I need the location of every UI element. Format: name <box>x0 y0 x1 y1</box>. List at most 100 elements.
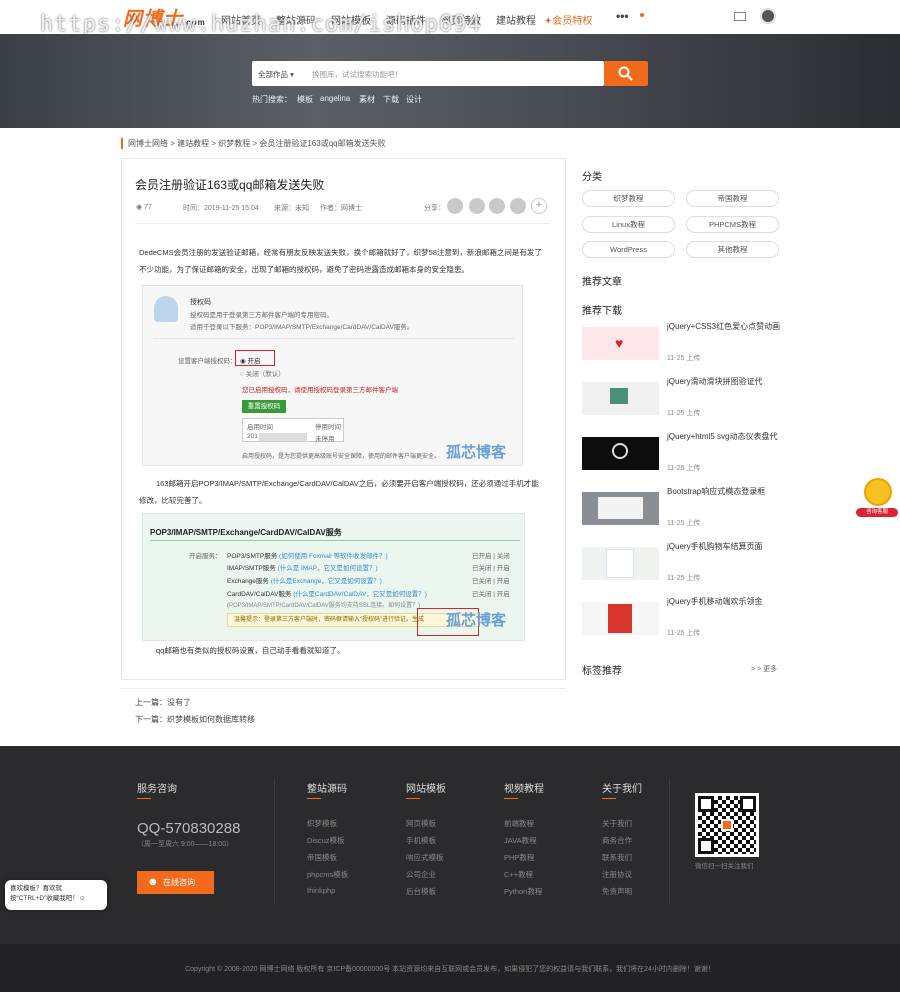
footer-link[interactable]: 帝国模板 <box>307 852 337 863</box>
footer-col-title: 整站源码 <box>307 784 347 795</box>
hot-tag[interactable]: 设计 <box>406 94 422 105</box>
nav-more[interactable]: ••• <box>616 9 629 23</box>
hot-tag[interactable]: 下载 <box>383 94 399 105</box>
category-tag[interactable]: 织梦教程 <box>582 190 675 207</box>
service-status[interactable]: 已关闭 | 开启 <box>472 575 510 585</box>
chat-badge[interactable]: 咨询客服 <box>856 508 898 517</box>
download-date: 11-25 上传 <box>667 520 701 527</box>
shot2-title: POP3/IMAP/SMTP/Exchange/CardDAV/CalDAV服务 <box>150 528 342 537</box>
footer-link[interactable]: Python教程 <box>504 886 542 897</box>
wechat-qr-code <box>695 793 759 857</box>
footer-link[interactable]: 注册协议 <box>602 869 632 880</box>
download-title[interactable]: jQuery+html5 svg动态仪表盘代 <box>667 430 785 443</box>
footer-col-title: 视频教程 <box>504 784 544 795</box>
footer-hours: （周一至周六 9:00——18:00） <box>137 841 234 848</box>
next-article-link[interactable]: 下一篇：织梦模板如何数据库转移 <box>135 714 255 725</box>
prev-article-link[interactable]: 上一篇：没有了 <box>135 697 191 708</box>
footer-link[interactable]: 网页模板 <box>406 818 436 829</box>
search-input[interactable]: 换图库，试试搜索功能吧！ <box>312 69 402 80</box>
footer-link[interactable]: 联系我们 <box>602 852 632 863</box>
category-heading: 分类 <box>582 172 602 183</box>
table-header: 停用时间 <box>315 424 341 431</box>
qq-penguin-icon: ☻ <box>147 876 159 888</box>
shot2-label: 开启服务： <box>189 553 222 560</box>
share-more-icon[interactable]: + <box>531 198 547 214</box>
footer-link[interactable]: C++教程 <box>504 869 533 880</box>
service-status[interactable]: 已关闭 | 开启 <box>472 588 510 598</box>
hot-tag[interactable]: 素材 <box>359 94 375 105</box>
hot-tag[interactable]: angelina <box>320 94 350 103</box>
download-title[interactable]: jQuery滑动滑块拼图验证代 <box>667 375 785 388</box>
radio-off[interactable]: ○ 关闭（默认） <box>240 368 285 378</box>
eye-icon: ◉ <box>136 204 145 211</box>
footer-link[interactable]: JAVA教程 <box>504 835 537 846</box>
footer-link[interactable]: 后台模板 <box>406 886 436 897</box>
category-tag[interactable]: PHPCMS教程 <box>686 216 779 233</box>
footer-link[interactable]: 织梦模板 <box>307 818 337 829</box>
category-tag[interactable]: WordPress <box>582 241 675 258</box>
article-paragraph: qq邮箱也有类似的授权码设置，自己动手看看就知道了。 <box>156 646 345 655</box>
share-qzone-icon[interactable] <box>489 198 505 214</box>
nav-tutorials[interactable]: 建站教程 <box>496 12 536 27</box>
footer-link[interactable]: PHP教程 <box>504 852 534 863</box>
download-thumbnail[interactable] <box>582 547 659 580</box>
user-avatar[interactable] <box>760 8 776 24</box>
footer-accent <box>504 798 518 799</box>
download-thumbnail[interactable]: ♥ <box>582 327 659 360</box>
footer-link[interactable]: 商务合作 <box>602 835 632 846</box>
footer-accent <box>602 798 616 799</box>
download-thumbnail[interactable] <box>582 437 659 470</box>
download-thumbnail[interactable] <box>582 602 659 635</box>
download-thumbnail[interactable] <box>582 382 659 415</box>
footer-link[interactable]: thinkphp <box>307 886 335 895</box>
chat-mascot-icon[interactable] <box>864 478 892 506</box>
footer-accent <box>137 798 151 799</box>
footer-link[interactable]: phpcms模板 <box>307 869 348 880</box>
service-row: POP3/SMTP服务 (如何使用 Foxmail 等软件收发邮件？) <box>227 553 388 560</box>
service-row: IMAP/SMTP服务 (什么是 IMAP，它又是如何设置？) <box>227 565 378 572</box>
footer-link[interactable]: Discuz模板 <box>307 835 345 846</box>
image-watermark: 孤芯博客 <box>446 612 507 629</box>
table-cell: 201 <box>247 433 258 440</box>
service-status[interactable]: 已关闭 | 开启 <box>472 562 510 572</box>
divider <box>150 540 520 541</box>
online-consult-button[interactable]: ☻ 在线咨询 <box>137 871 214 894</box>
footer-link[interactable]: 关于我们 <box>602 818 632 829</box>
download-title[interactable]: jQuery+CSS3红色爱心点赞动画 <box>667 320 785 333</box>
reset-code-button[interactable]: 重置授权码 <box>242 400 286 413</box>
shot1-desc: 适用于登录以下服务：POP3/IMAP/SMTP/Exchange/CardDA… <box>190 324 414 331</box>
download-title[interactable]: jQuery手机购物车结算页面 <box>667 540 785 553</box>
image-watermark: 孤芯博客 <box>446 444 507 461</box>
share-qq-icon[interactable] <box>447 198 463 214</box>
modal-graphic <box>598 497 643 519</box>
share-wechat-icon[interactable] <box>469 198 485 214</box>
mail-icon[interactable] <box>734 12 746 21</box>
hot-tag[interactable]: 模板 <box>297 94 313 105</box>
search-button[interactable] <box>604 61 648 86</box>
category-tag[interactable]: Linux教程 <box>582 216 675 233</box>
notify-dot <box>640 13 644 17</box>
download-thumbnail[interactable] <box>582 492 659 525</box>
blurred-cell <box>259 433 307 441</box>
share-weibo-icon[interactable] <box>510 198 526 214</box>
nav-vip[interactable]: ✦会员特权 <box>544 12 592 27</box>
envelope-graphic <box>608 604 632 633</box>
footer-link[interactable]: 手机模板 <box>406 835 436 846</box>
search-category[interactable]: 全部作品 ▾ <box>258 69 294 80</box>
download-title[interactable]: jQuery手机移动端欢乐领金 <box>667 595 785 608</box>
footer-link[interactable]: 响应式模板 <box>406 852 444 863</box>
radio-on[interactable]: ◉ 开启 <box>240 355 260 365</box>
more-link[interactable]: > > 更多 <box>751 664 777 674</box>
category-tag[interactable]: 其他教程 <box>686 241 779 258</box>
breadcrumb[interactable]: 网博士网络 > 建站教程 > 织梦教程 > 会员注册验证163或qq邮箱发送失败 <box>121 138 386 149</box>
footer-accent <box>307 798 321 799</box>
footer-link[interactable]: 免责声明 <box>602 886 632 897</box>
download-title[interactable]: Bootstrap响应式模态登录框 <box>667 485 785 498</box>
recommend-heading: 推荐文章 <box>582 277 622 288</box>
footer-link[interactable]: 公司企业 <box>406 869 436 880</box>
footer-link[interactable]: 前端教程 <box>504 818 534 829</box>
divider <box>121 688 566 689</box>
category-tag[interactable]: 帝国教程 <box>686 190 779 207</box>
service-status[interactable]: 已开启 | 关闭 <box>472 550 510 560</box>
user-shield-icon <box>154 296 178 322</box>
